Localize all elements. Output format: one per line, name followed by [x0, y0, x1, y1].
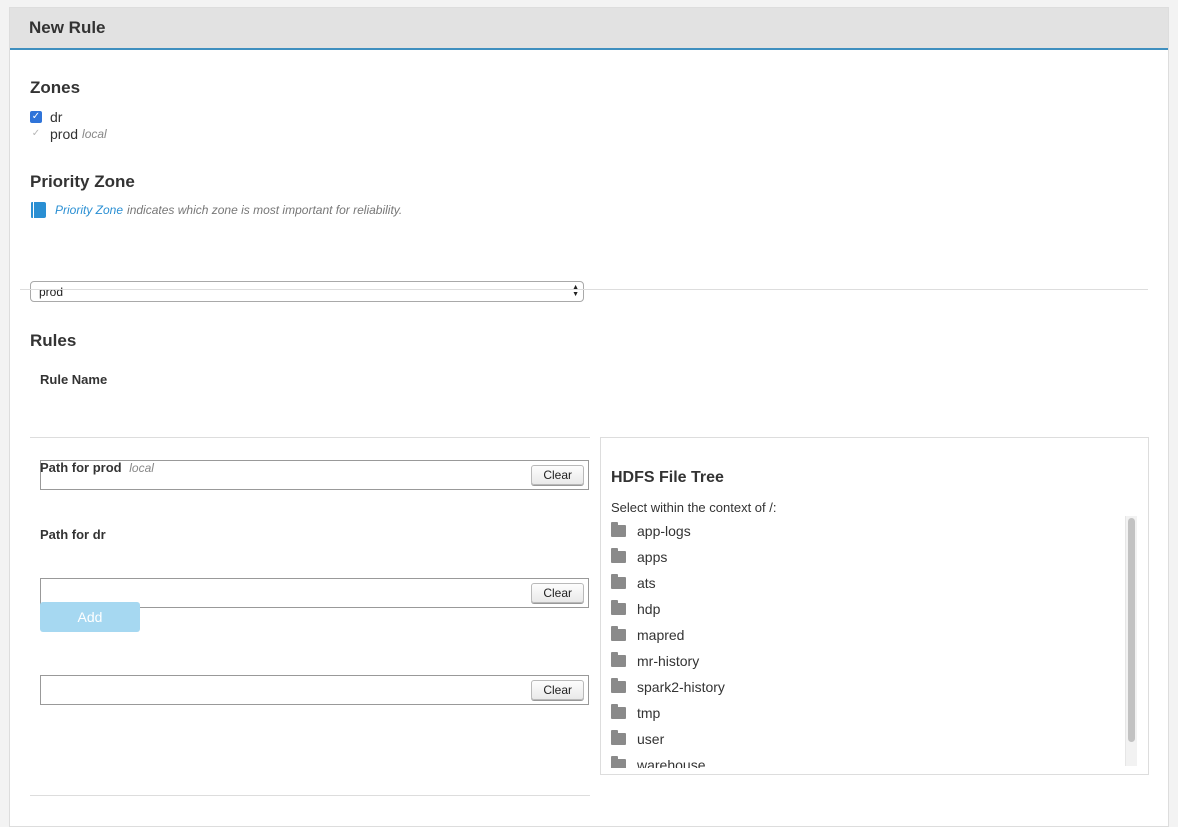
- tree-item[interactable]: ats: [611, 570, 1137, 596]
- panel-header: New Rule: [10, 8, 1168, 50]
- file-tree-scrollbar[interactable]: [1125, 516, 1137, 766]
- tree-item[interactable]: mr-history: [611, 648, 1137, 674]
- tree-item-label: user: [637, 731, 665, 747]
- rules-heading: Rules: [30, 331, 77, 350]
- file-tree-list: app-logs apps ats hdp mapred mr-history spark2…: [611, 518, 1137, 768]
- folder-icon: [611, 678, 626, 693]
- tree-item-label: tmp: [637, 705, 661, 721]
- tree-item-label: hdp: [637, 601, 661, 617]
- folder-icon: [611, 574, 626, 589]
- rules-divider: [30, 437, 590, 438]
- zone-name-dr: dr: [50, 108, 63, 125]
- tree-item[interactable]: mapred: [611, 622, 1137, 648]
- tree-item-label: warehouse: [637, 757, 706, 768]
- file-tree-context: Select within the context of /:: [611, 500, 777, 515]
- folder-icon: [611, 522, 626, 537]
- path-prod-clear-button[interactable]: Clear: [531, 583, 584, 603]
- priority-help: Priority Zone indicates which zone is mo…: [31, 202, 402, 218]
- path-dr-field[interactable]: Clear: [40, 675, 589, 705]
- folder-icon: [611, 652, 626, 667]
- checkbox-dr[interactable]: ✓: [30, 110, 42, 123]
- path-dr-label: Path for dr: [40, 527, 106, 542]
- folder-icon: [611, 704, 626, 719]
- tree-item[interactable]: spark2-history: [611, 674, 1137, 700]
- zone-tag-prod: local: [82, 126, 107, 141]
- zone-item-prod: ✓ prod local: [30, 125, 107, 142]
- priority-zone-heading: Priority Zone: [30, 172, 135, 191]
- tree-item[interactable]: tmp: [611, 700, 1137, 726]
- tree-item-label: mr-history: [637, 653, 700, 669]
- zone-item-dr[interactable]: ✓ dr: [30, 108, 107, 125]
- book-icon: [31, 202, 46, 218]
- new-rule-panel: New Rule Zones ✓ dr ✓ prod local Priorit…: [9, 7, 1169, 827]
- tree-item[interactable]: apps: [611, 544, 1137, 570]
- folder-icon: [611, 730, 626, 745]
- folder-icon: [611, 600, 626, 615]
- priority-zone-doc-link[interactable]: Priority Zone: [55, 203, 123, 217]
- page-title: New Rule: [29, 18, 106, 37]
- tree-item-label: apps: [637, 549, 668, 565]
- bottom-divider: [30, 795, 590, 796]
- path-prod-tag: local: [129, 461, 154, 475]
- path-dr-clear-button[interactable]: Clear: [531, 680, 584, 700]
- zone-name-prod: prod: [50, 125, 79, 142]
- zones-list: ✓ dr ✓ prod local: [30, 108, 107, 142]
- rule-name-label: Rule Name: [40, 372, 108, 387]
- tree-item[interactable]: user: [611, 726, 1137, 752]
- tree-item-label: ats: [637, 575, 656, 591]
- tree-item[interactable]: app-logs: [611, 518, 1137, 544]
- tree-item[interactable]: warehouse: [611, 752, 1137, 768]
- add-button[interactable]: Add: [40, 602, 140, 632]
- path-prod-label-text: Path for prod: [40, 460, 122, 475]
- tree-item-label: spark2-history: [637, 679, 725, 695]
- priority-zone-select[interactable]: prod ▲ ▼: [30, 281, 584, 302]
- rule-name-clear-button[interactable]: Clear: [531, 465, 584, 485]
- zones-heading: Zones: [30, 78, 81, 97]
- tree-item-label: mapred: [637, 627, 685, 643]
- folder-icon: [611, 548, 626, 563]
- file-tree-heading: HDFS File Tree: [611, 469, 724, 486]
- priority-zone-selected: prod: [39, 284, 64, 299]
- tree-item-label: app-logs: [637, 523, 691, 539]
- checkbox-prod: ✓: [30, 127, 42, 140]
- priority-help-text: indicates which zone is most important f…: [127, 203, 403, 217]
- folder-icon: [611, 626, 626, 641]
- tree-item[interactable]: hdp: [611, 596, 1137, 622]
- section-divider: [20, 289, 1148, 290]
- hdfs-file-tree: HDFS File Tree Select within the context…: [600, 437, 1149, 775]
- scrollbar-thumb[interactable]: [1128, 518, 1135, 742]
- select-arrows-icon: ▲ ▼: [572, 284, 579, 298]
- path-prod-label: Path for prod local: [40, 460, 154, 475]
- folder-icon: [611, 756, 626, 768]
